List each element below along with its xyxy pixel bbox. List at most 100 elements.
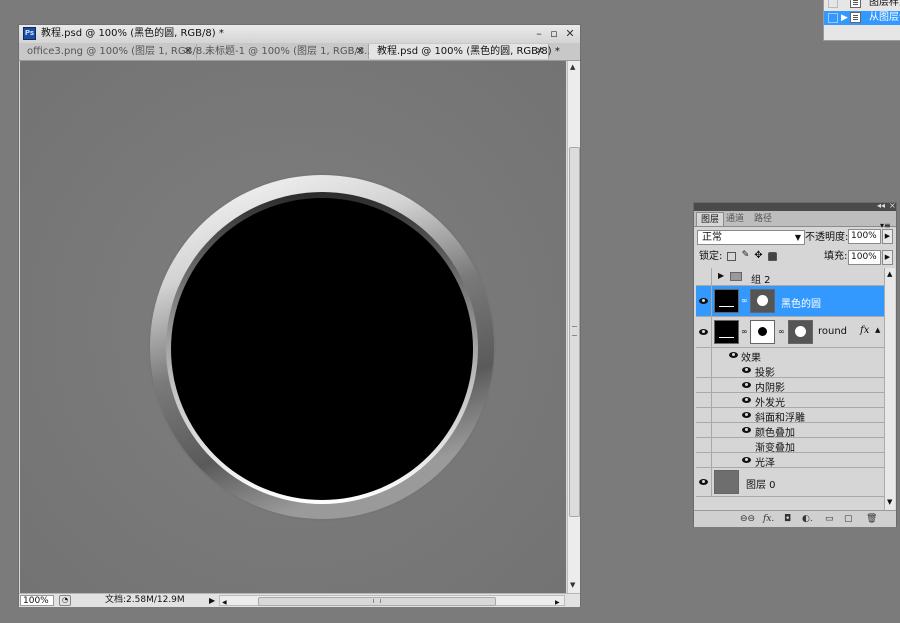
opacity-input[interactable]: 100% [848, 229, 881, 244]
fx-icon[interactable]: fx [860, 325, 869, 336]
tab-channels[interactable]: 通道 [722, 212, 748, 226]
lock-transparency-icon[interactable] [727, 252, 736, 261]
link-chain-icon[interactable]: ∞ [741, 327, 748, 336]
expand-arrow-icon[interactable]: ▶ [718, 271, 724, 280]
collapse-effects-icon[interactable]: ▲ [875, 326, 880, 334]
adjustment-layer-icon[interactable]: ◐. [802, 514, 813, 524]
scroll-thumb[interactable] [258, 597, 496, 606]
eye-icon [699, 479, 708, 485]
visibility-toggle[interactable] [696, 468, 712, 496]
scroll-thumb[interactable] [569, 147, 580, 517]
scroll-right-icon[interactable]: ▶ [555, 596, 560, 609]
tab-close-icon[interactable]: ✕ [356, 44, 364, 59]
document-tab-bar: office3.png @ 100% (图层 1, RGB/8... ✕ 未标题-… [19, 43, 580, 61]
eye-icon[interactable] [742, 397, 751, 403]
effect-row-drop-shadow[interactable]: 投影 [696, 363, 884, 379]
layer-row-selected[interactable]: ∞ 黑色的圆 [696, 286, 884, 317]
fill-label: 填充: [824, 251, 848, 262]
fill-input[interactable]: 100% [848, 250, 881, 265]
new-layer-icon[interactable]: ▢ [844, 514, 853, 524]
opacity-label: 不透明度: [805, 232, 849, 243]
tab-paths[interactable]: 路径 [750, 212, 776, 226]
lock-label: 锁定: [699, 251, 723, 262]
layer-row-group[interactable]: ▶ 组 2 [696, 268, 884, 286]
new-group-icon[interactable]: ▭ [825, 514, 834, 524]
scroll-up-icon[interactable]: ▲ [570, 63, 575, 71]
add-style-icon[interactable]: fx. [763, 514, 774, 524]
blend-mode-select[interactable]: 正常 ▼ [697, 230, 805, 245]
tab-untitled-1[interactable]: 未标题-1 @ 100% (图层 1, RGB/8... ✕ [197, 44, 374, 59]
eye-icon[interactable] [742, 367, 751, 373]
grip-icon [373, 599, 381, 603]
zoom-field[interactable]: 100% [20, 595, 54, 606]
maximize-icon[interactable]: ▫ [547, 26, 561, 41]
scroll-down-icon[interactable]: ▼ [887, 498, 892, 506]
tab-close-icon[interactable]: ✕ [536, 44, 544, 59]
status-arrow-icon[interactable]: ▶ [209, 594, 215, 607]
panel-close-icon[interactable]: × [889, 201, 896, 210]
tab-office3[interactable]: office3.png @ 100% (图层 1, RGB/8... ✕ [19, 44, 212, 59]
tab-tutorial-psd[interactable]: 教程.psd @ 100% (黑色的圆, RGB/8) * ✕ [369, 44, 560, 59]
layer-context-menu: 图层样式 ▶ 从图层创建 [823, 0, 900, 41]
effect-row-satin[interactable]: 光泽 [696, 453, 884, 469]
tab-close-icon[interactable]: ✕ [184, 44, 192, 59]
effect-row-gradient-overlay[interactable]: 渐变叠加 [696, 438, 884, 454]
lock-pixels-icon[interactable]: ✎ [741, 251, 750, 261]
eye-icon[interactable] [742, 412, 751, 418]
visibility-toggle[interactable] [696, 268, 712, 285]
effect-row-bevel-emboss[interactable]: 斜面和浮雕 [696, 408, 884, 424]
window-title: 教程.psd @ 100% (黑色的圆, RGB/8) * [41, 28, 224, 39]
scroll-down-icon[interactable]: ▼ [570, 581, 575, 589]
document-window: Ps 教程.psd @ 100% (黑色的圆, RGB/8) * – ▫ ✕ o… [18, 24, 581, 607]
tab-layers[interactable]: 图层 [696, 212, 725, 226]
eye-icon[interactable] [742, 427, 751, 433]
layers-panel-footer: ⊖⊖ fx. ◘ ◐. ▭ ▢ 🗑 [694, 510, 896, 527]
close-icon[interactable]: ✕ [563, 26, 577, 41]
scroll-up-icon[interactable]: ▲ [887, 270, 892, 278]
minimize-icon[interactable]: – [532, 26, 546, 41]
submenu-arrow-icon: ▶ [841, 13, 848, 23]
eye-icon [699, 329, 708, 335]
panel-tabs: 图层 通道 路径 ▾≡ [694, 211, 896, 230]
link-chain-icon[interactable]: ∞ [741, 296, 748, 305]
layer-row-background[interactable]: 图层 0 [696, 468, 884, 497]
eye-icon[interactable] [742, 382, 751, 388]
link-chain-icon[interactable]: ∞ [778, 327, 785, 336]
eye-icon[interactable] [729, 352, 738, 358]
visibility-toggle[interactable] [696, 286, 712, 316]
lock-position-icon[interactable]: ✥ [754, 251, 763, 261]
menu-item-layer-style[interactable]: 图层样式 [824, 0, 900, 10]
effect-row-inner-shadow[interactable]: 内阴影 [696, 378, 884, 394]
status-menu-icon[interactable]: ◔ [59, 595, 71, 606]
effect-row-color-overlay[interactable]: 颜色叠加 [696, 423, 884, 439]
grip-icon [572, 326, 577, 336]
vector-mask-thumbnail [788, 320, 813, 344]
layer-thumbnail [714, 470, 739, 494]
horizontal-scrollbar[interactable]: ◀ ▶ [219, 595, 565, 606]
visibility-toggle[interactable] [696, 317, 712, 347]
layers-scrollbar[interactable]: ▲ ▼ [884, 268, 895, 510]
layer-thumbnail [714, 320, 739, 344]
folder-icon [730, 272, 742, 281]
opacity-slider-button[interactable]: ▶ [882, 229, 893, 244]
document-canvas[interactable] [20, 61, 566, 593]
layer-row-round[interactable]: ∞ ∞ round fx ▲ [696, 317, 884, 348]
mask-thumbnail [750, 289, 775, 313]
fill-slider-button[interactable]: ▶ [882, 250, 893, 265]
menu-item-create-from-layer[interactable]: ▶ 从图层创建 [824, 11, 900, 25]
layers-panel: ◂◂ × 图层 通道 路径 ▾≡ 正常 ▼ 不透明度: 100% ▶ 锁定: ✎ … [693, 201, 897, 527]
link-layers-icon[interactable]: ⊖⊖ [740, 514, 755, 524]
eye-icon[interactable] [742, 457, 751, 463]
lock-all-icon[interactable] [768, 252, 777, 261]
vertical-scrollbar[interactable]: ▲ ▼ [567, 61, 580, 593]
collapse-icon[interactable]: ◂◂ [877, 201, 885, 210]
title-bar[interactable]: Ps 教程.psd @ 100% (黑色的圆, RGB/8) * – ▫ ✕ [19, 25, 580, 43]
trash-icon[interactable]: 🗑 [866, 514, 877, 524]
panel-header-bar[interactable]: ◂◂ × [694, 201, 896, 211]
eye-icon [699, 298, 708, 304]
effects-header-row[interactable]: 效果 [696, 348, 884, 364]
scroll-left-icon[interactable]: ◀ [222, 596, 227, 609]
canvas-artwork [147, 172, 497, 522]
add-mask-icon[interactable]: ◘ [784, 514, 791, 524]
effect-row-outer-glow[interactable]: 外发光 [696, 393, 884, 409]
